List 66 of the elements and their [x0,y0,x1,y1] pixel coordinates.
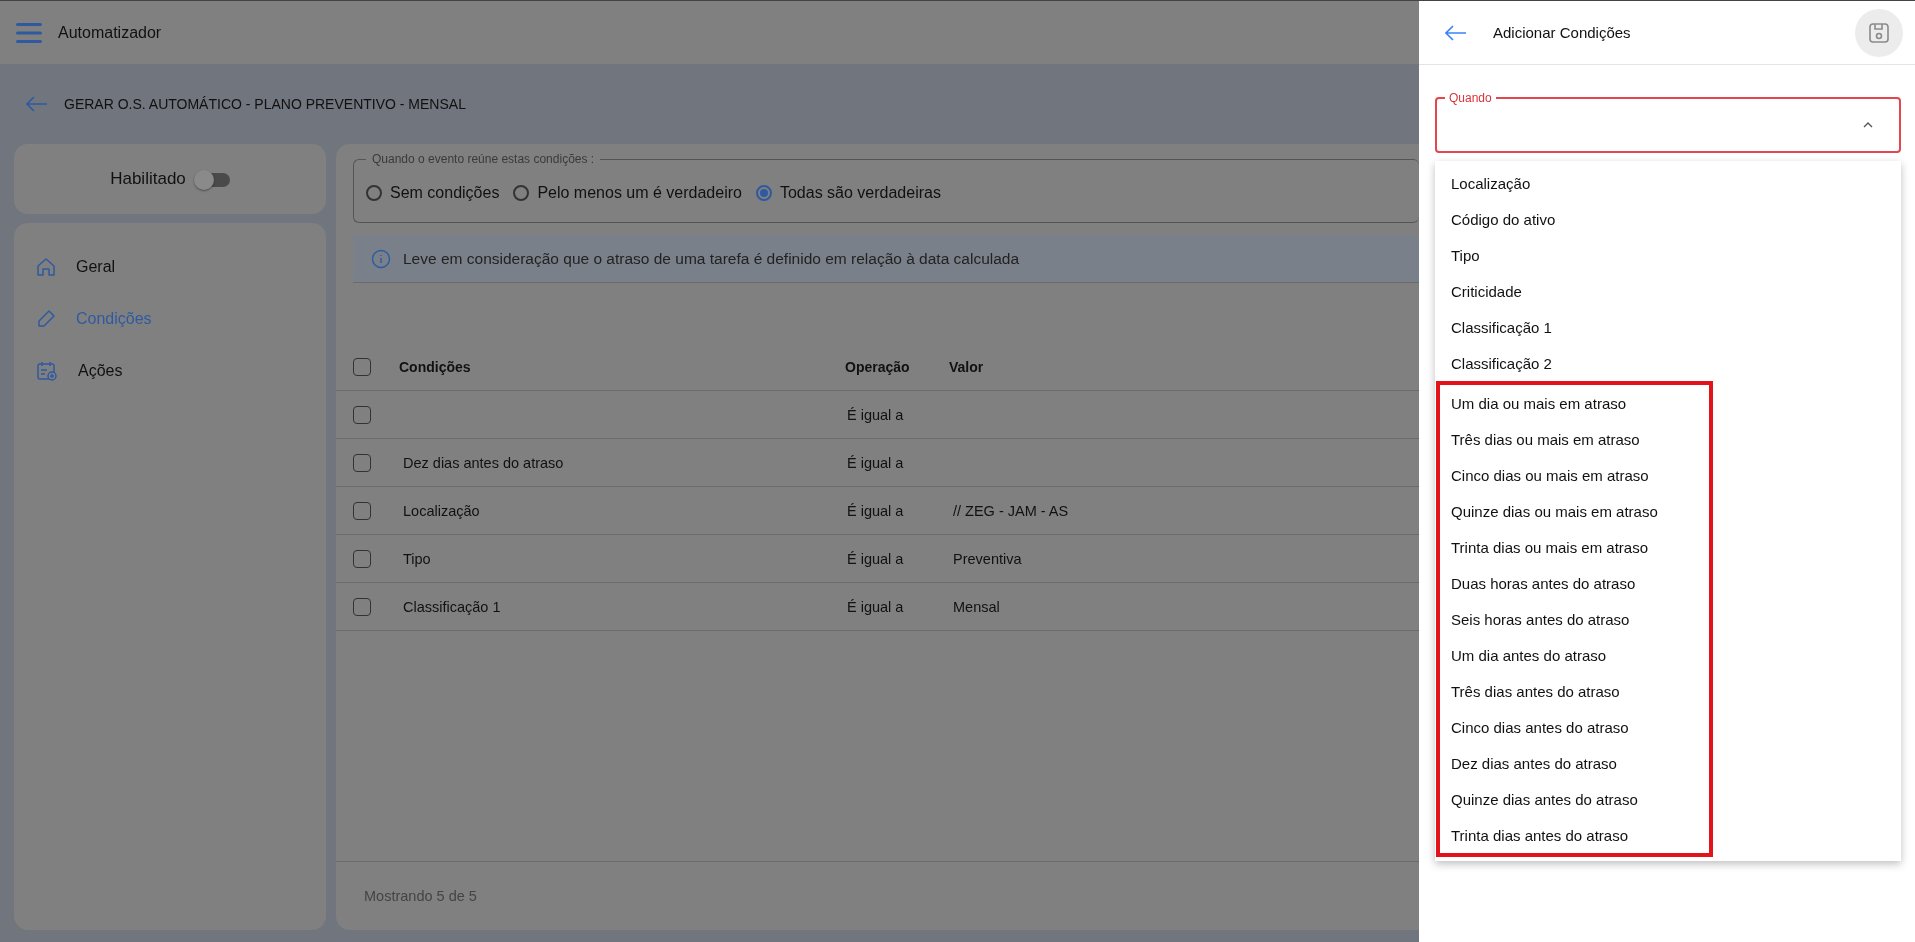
radio-icon[interactable] [513,185,530,201]
select-all-checkbox[interactable] [353,357,371,376]
table-cell-text: É igual a [846,502,904,519]
dropdown-option[interactable]: Um dia ou mais em atraso [1440,385,1709,421]
info-icon [371,248,391,269]
dropdown-option[interactable]: Três dias ou mais em atraso [1440,421,1709,457]
panel-title: Adicionar Condições [1493,24,1632,41]
table-cell-text: Preventiva [952,550,1022,567]
pencil-icon [36,309,56,329]
dropdown-option[interactable]: Criticidade [1435,273,1901,309]
save-button[interactable] [1855,8,1903,57]
table-cell-text: É igual a [846,406,904,423]
radio-option[interactable]: Pelo menos um é verdadeiro [513,184,742,202]
dropdown-option[interactable]: Trinta dias antes do atraso [1440,817,1709,853]
app-title: Automatizador [58,23,162,42]
dropdown-option[interactable]: Localização [1435,165,1901,201]
dropdown-option[interactable]: Cinco dias ou mais em atraso [1440,457,1709,493]
dropdown-option[interactable]: Três dias antes do atraso [1440,673,1709,709]
enabled-switch[interactable] [193,169,230,189]
table-cell-text: É igual a [846,550,904,567]
home-icon [36,257,56,277]
dropdown-option[interactable]: Código do ativo [1435,201,1901,237]
back-arrow-icon[interactable] [1445,24,1467,41]
toggle-label: Habilitado [110,169,186,189]
radio-option[interactable]: Sem condições [366,184,500,202]
dropdown-option[interactable]: Seis horas antes do atraso [1440,601,1709,637]
dropdown-option[interactable]: Duas horas antes do atraso [1440,565,1709,601]
dropdown-option[interactable]: Cinco dias antes do atraso [1440,709,1709,745]
calendar-icon [36,360,58,382]
table-cell-text: Dez dias antes do atraso [402,454,564,471]
dropdown-option[interactable]: Classificação 1 [1435,309,1901,345]
info-text: Leve em consideração que o atraso de uma tarefa é definido em relação à data calculada [403,249,1020,268]
row-checkbox[interactable] [353,405,371,424]
nav-item[interactable]: Ações [14,345,326,397]
group-legend: Quando o evento reúne estas condições : [366,152,601,166]
save-icon [1868,21,1890,44]
table-cell-text: É igual a [846,454,904,471]
radio-option[interactable]: Todas são verdadeiras [755,184,941,202]
column-header[interactable]: Valor [947,358,984,375]
row-checkbox[interactable] [353,453,371,472]
dropdown-option[interactable]: Trinta dias ou mais em atraso [1440,529,1709,565]
table-cell-text: Localização [402,502,480,519]
table-cell-text: // ZEG - JAM - AS [952,502,1069,519]
radio-icon[interactable] [366,185,382,201]
table-cell-text: É igual a [846,598,904,615]
row-checkbox[interactable] [353,501,371,520]
nav-item[interactable]: Geral [14,241,326,293]
dropdown-option[interactable]: Classificação 2 [1435,345,1901,381]
when-select[interactable]: Quando [1435,91,1901,153]
table-cell-text: Mensal [952,598,1000,615]
dropdown-option[interactable]: Dez dias antes do atraso [1440,745,1709,781]
dropdown-option[interactable]: Um dia antes do atraso [1440,637,1709,673]
dropdown-option[interactable]: Tipo [1435,237,1901,273]
row-checkbox[interactable] [353,549,371,568]
row-count: Mostrando 5 de 5 [364,888,477,904]
column-header[interactable]: Condições [399,358,471,375]
page-title: GERAR O.S. AUTOMÁTICO - PLANO PREVENTIVO - MENSAL [64,96,466,112]
caret-icon [1863,122,1873,128]
dropdown-option[interactable]: Quinze dias antes do atraso [1440,781,1709,817]
menu-icon[interactable] [16,21,42,44]
row-checkbox[interactable] [353,597,371,616]
column-header[interactable]: Operação [843,358,910,375]
radio-icon[interactable] [755,185,772,201]
table-cell-text: Classificação 1 [402,598,501,615]
table-cell-text: Tipo [402,550,431,567]
dropdown-option[interactable]: Quinze dias ou mais em atraso [1440,493,1709,529]
